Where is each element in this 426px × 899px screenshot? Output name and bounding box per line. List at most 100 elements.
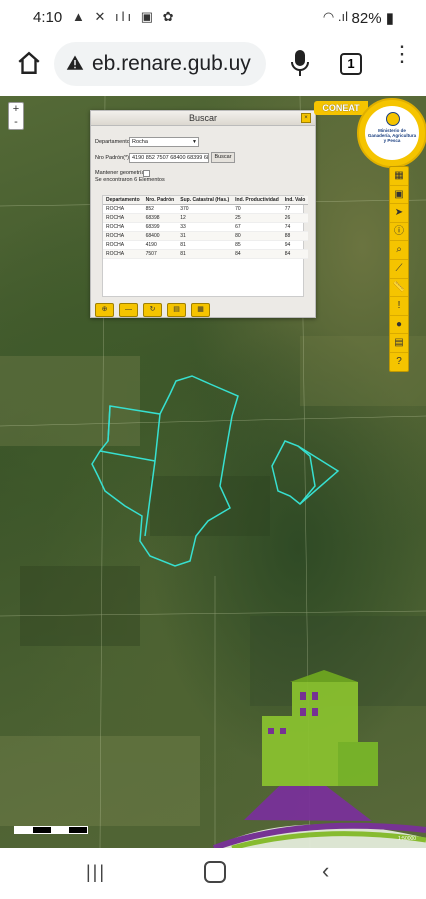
chevron-down-icon: ▼ (192, 139, 197, 145)
table-icon[interactable]: ▦ (191, 303, 210, 317)
panel-title-bar[interactable]: Buscar × (91, 111, 315, 126)
navigate-icon[interactable]: ➤ (390, 204, 408, 223)
notification-icons: ▲ ✕ ılı ▣ ✿ (72, 9, 177, 24)
map-tools-toolbar: ▦ ▣ ➤ ⓘ ⌕ ⟋ 📏 ! ● ▤ ? (389, 166, 409, 372)
column-header[interactable]: Departamento (103, 196, 143, 205)
cell-padron: 68398 (142, 213, 178, 223)
cell-department: ROCHA (103, 204, 143, 214)
minus-icon[interactable]: — (119, 303, 138, 317)
table-row[interactable]: ROCHA 852 370 70 77 (103, 204, 309, 214)
coneat-badge: CONEAT (314, 101, 368, 115)
department-select-value: Rocha (132, 139, 148, 145)
department-select[interactable]: Rocha ▼ (129, 137, 199, 147)
column-header[interactable]: Ind. Valo (281, 196, 309, 205)
more-menu-icon[interactable]: ⋮ (391, 43, 413, 76)
column-header[interactable]: Sup. Catastral (Has.) (177, 196, 233, 205)
cell-padron: 7507 (142, 249, 178, 259)
print-icon[interactable]: ▤ (390, 334, 408, 353)
browser-toolbar: eb.renare.gub.uy 1 ⋮ (0, 36, 426, 94)
layers-icon[interactable]: ▦ (390, 167, 408, 186)
coordinates-icon[interactable]: ⟋ (390, 260, 408, 279)
department-label: Departamento (95, 139, 130, 145)
refresh-icon[interactable]: ↻ (143, 303, 162, 317)
scale-label: 1:50000 (398, 836, 417, 842)
ministry-name: Ministerio de Ganadería, Agricultura y P… (367, 128, 417, 143)
info-icon[interactable]: ⓘ (390, 223, 408, 242)
battery-level: 82% ▮ (351, 10, 394, 27)
cell-department: ROCHA (103, 213, 143, 223)
cell-productivity: 80 (232, 231, 282, 241)
keep-geometry-checkbox[interactable] (143, 170, 150, 177)
padron-input[interactable]: 4190 852 7507 68400 68399 683 (129, 153, 209, 163)
cell-area: 12 (177, 213, 233, 223)
panel-title: Buscar (188, 113, 217, 123)
results-count: Se encontraron 6 Elementos (95, 177, 165, 183)
cell-area: 370 (177, 204, 233, 214)
search-button[interactable]: Buscar (211, 152, 235, 163)
panel-toolbar: ⊕ — ↻ ▤ ▦ (95, 298, 215, 317)
table-row[interactable]: ROCHA 68398 12 25 26 (103, 213, 309, 223)
sun-icon (386, 112, 400, 126)
zoom-to-icon[interactable]: ⊕ (95, 303, 114, 317)
cell-padron: 68399 (142, 222, 178, 232)
column-header[interactable]: Nro. Padrón (142, 196, 178, 205)
cell-area: 81 (177, 249, 233, 259)
ministry-logo: Ministerio de Ganadería, Agricultura y P… (357, 98, 426, 168)
logo-disc: Ministerio de Ganadería, Agricultura y P… (365, 106, 419, 160)
battery-percent: 82% (351, 10, 382, 27)
report-icon[interactable]: ▤ (167, 303, 186, 317)
cell-productivity: 67 (232, 222, 282, 232)
cell-value: 77 (281, 204, 309, 214)
padron-label: Nro Padrón(*): (95, 155, 131, 161)
cell-value: 74 (281, 222, 309, 232)
signal-icons: ◠ .ıl (322, 9, 348, 24)
results-table: Departamento Nro. Padrón Sup. Catastral … (102, 195, 309, 297)
zoom-out-button[interactable]: - (9, 116, 23, 129)
cell-department: ROCHA (103, 249, 143, 259)
back-icon[interactable]: ‹ (322, 858, 329, 884)
scale-bar (14, 826, 88, 834)
url-text[interactable]: eb.renare.gub.uy (92, 52, 251, 76)
home-icon[interactable] (16, 50, 42, 76)
cell-department: ROCHA (103, 222, 143, 232)
cell-value: 26 (281, 213, 309, 223)
cell-area: 33 (177, 222, 233, 232)
status-time: 4:10 (33, 9, 63, 26)
zoom-control: + - (8, 102, 24, 130)
table-header-row: Departamento Nro. Padrón Sup. Catastral … (103, 196, 309, 205)
table-row[interactable]: ROCHA 4190 81 85 94 (103, 240, 309, 250)
cell-area: 81 (177, 240, 233, 250)
keep-geometry-label: Mantener geometría (95, 170, 145, 176)
column-header[interactable]: Ind. Productividad (232, 196, 282, 205)
table-row[interactable]: ROCHA 7507 81 84 84 (103, 249, 309, 259)
search-icon[interactable]: ⌕ (390, 241, 408, 260)
cell-value: 94 (281, 240, 309, 250)
home-nav-icon[interactable] (204, 861, 226, 883)
status-bar: 4:10 ▲ ✕ ılı ▣ ✿ ◠ .ıl 82% ▮ (0, 0, 426, 36)
zoom-in-button[interactable]: + (9, 103, 23, 116)
basemap-icon[interactable]: ▣ (390, 186, 408, 205)
measure-icon[interactable]: 📏 (390, 279, 408, 298)
marker-icon[interactable]: ! (390, 297, 408, 316)
cell-productivity: 70 (232, 204, 282, 214)
recent-apps-icon[interactable]: ||| (86, 862, 106, 883)
search-panel: Buscar × Departamento Rocha ▼ Nro Padrón… (90, 110, 316, 318)
table-row[interactable]: ROCHA 68399 33 67 74 (103, 222, 309, 232)
system-navigation-bar: ||| ‹ (0, 848, 426, 899)
cell-value: 88 (281, 231, 309, 241)
cell-padron: 4190 (142, 240, 178, 250)
location-icon[interactable]: ● (390, 316, 408, 335)
cell-department: ROCHA (103, 240, 143, 250)
tab-switcher-button[interactable]: 1 (340, 53, 362, 75)
address-bar[interactable]: eb.renare.gub.uy (54, 42, 266, 86)
help-icon[interactable]: ? (390, 353, 408, 371)
table-row[interactable]: ROCHA 68400 31 80 88 (103, 231, 309, 241)
close-icon[interactable]: × (301, 113, 311, 123)
warning-icon[interactable] (66, 54, 84, 72)
cell-value: 84 (281, 249, 309, 259)
cell-department: ROCHA (103, 231, 143, 241)
cell-padron: 852 (142, 204, 178, 214)
cell-area: 31 (177, 231, 233, 241)
microphone-icon[interactable] (289, 48, 311, 78)
cell-productivity: 85 (232, 240, 282, 250)
